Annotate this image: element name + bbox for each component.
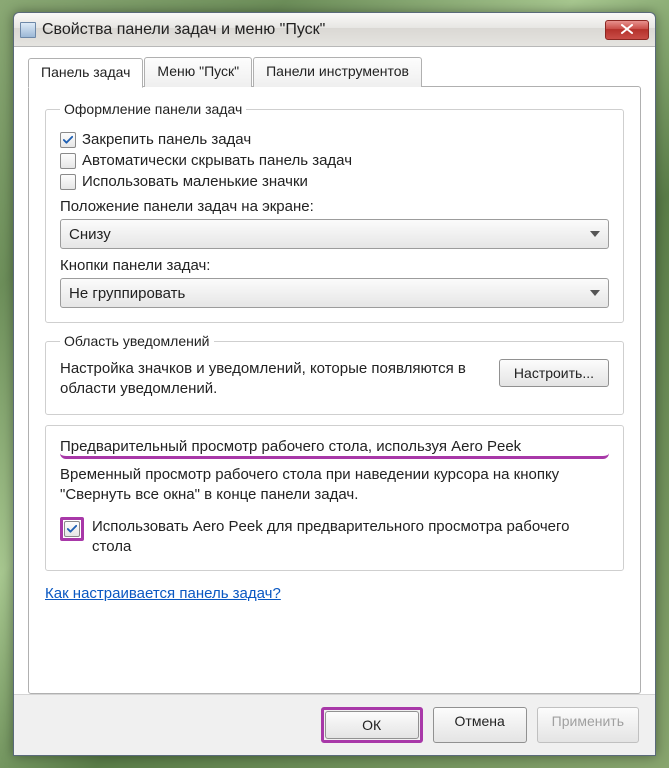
label-autohide: Автоматически скрывать панель задач [82, 152, 352, 169]
window-title: Свойства панели задач и меню "Пуск" [42, 21, 605, 39]
label-buttons: Кнопки панели задач: [60, 257, 609, 274]
dialog-footer: ОК Отмена Применить [14, 694, 655, 755]
select-position-value: Снизу [69, 226, 111, 243]
ok-button[interactable]: ОК [325, 711, 419, 739]
select-buttons-value: Не группировать [69, 285, 185, 302]
checkbox-lock-taskbar[interactable] [60, 132, 76, 148]
close-button[interactable] [605, 20, 649, 40]
checkbox-autohide[interactable] [60, 153, 76, 169]
group-appearance-legend: Оформление панели задач [60, 101, 246, 117]
label-aero-peek: Использовать Aero Peek для предварительн… [92, 517, 609, 558]
chevron-down-icon [590, 231, 600, 237]
highlight-marker [60, 517, 84, 541]
aero-peek-title: Предварительный просмотр рабочего стола,… [60, 438, 609, 459]
apply-button[interactable]: Применить [537, 707, 639, 743]
tab-toolbars[interactable]: Панели инструментов [253, 57, 422, 87]
label-position: Положение панели задач на экране: [60, 198, 609, 215]
label-lock-taskbar: Закрепить панель задач [82, 131, 251, 148]
tab-taskbar[interactable]: Панель задач [28, 58, 143, 88]
group-notification-legend: Область уведомлений [60, 333, 214, 349]
titlebar[interactable]: Свойства панели задач и меню "Пуск" [14, 13, 655, 47]
tab-strip: Панель задач Меню "Пуск" Панели инструме… [28, 57, 641, 87]
label-small-icons: Использовать маленькие значки [82, 173, 308, 190]
aero-peek-description: Временный просмотр рабочего стола при на… [60, 465, 609, 506]
help-link[interactable]: Как настраивается панель задач? [45, 585, 281, 602]
app-icon [20, 22, 36, 38]
checkbox-aero-peek[interactable] [64, 521, 80, 537]
tab-panel-taskbar: Оформление панели задач Закрепить панель… [28, 86, 641, 694]
group-appearance: Оформление панели задач Закрепить панель… [45, 101, 624, 323]
select-position[interactable]: Снизу [60, 219, 609, 249]
tab-startmenu[interactable]: Меню "Пуск" [144, 57, 252, 87]
dialog-content: Панель задач Меню "Пуск" Панели инструме… [14, 47, 655, 694]
select-buttons[interactable]: Не группировать [60, 278, 609, 308]
customize-button[interactable]: Настроить... [499, 359, 609, 387]
group-aero-peek: Предварительный просмотр рабочего стола,… [45, 425, 624, 571]
chevron-down-icon [590, 290, 600, 296]
close-icon [621, 22, 633, 37]
cancel-button[interactable]: Отмена [433, 707, 527, 743]
dialog-window: Свойства панели задач и меню "Пуск" Пане… [13, 12, 656, 756]
highlight-marker: ОК [321, 707, 423, 743]
notification-text: Настройка значков и уведомлений, которые… [60, 359, 487, 400]
group-notification: Область уведомлений Настройка значков и … [45, 333, 624, 415]
checkbox-small-icons[interactable] [60, 174, 76, 190]
